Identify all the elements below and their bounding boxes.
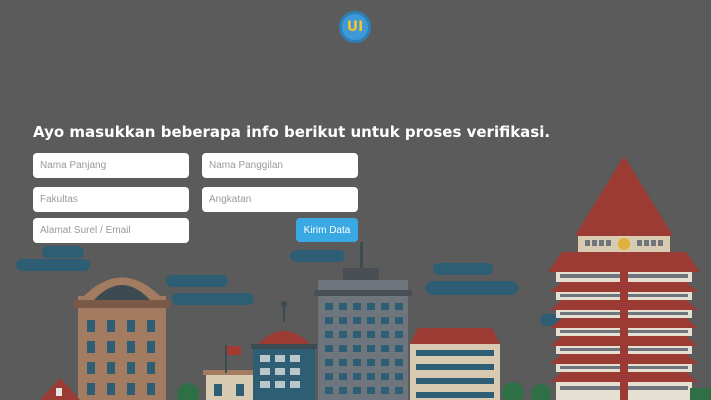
pagoda-tower (548, 156, 700, 400)
faculty-input[interactable] (33, 187, 189, 212)
left-building (74, 277, 170, 400)
red-roof-building (410, 328, 500, 400)
ui-logo: UI (339, 11, 371, 43)
office-tower (314, 242, 412, 400)
flag-building (203, 345, 261, 400)
logo-text: UI (346, 19, 364, 35)
email-input[interactable] (33, 218, 189, 243)
batch-input[interactable] (202, 187, 358, 212)
left-house (40, 378, 80, 400)
full-name-input[interactable] (33, 153, 189, 178)
page-heading: Ayo masukkan beberapa info berikut untuk… (33, 123, 551, 141)
submit-button[interactable]: Kirim Data (296, 218, 358, 242)
dome-building (251, 301, 317, 400)
nickname-input[interactable] (202, 153, 358, 178)
bush-shape (690, 388, 711, 400)
